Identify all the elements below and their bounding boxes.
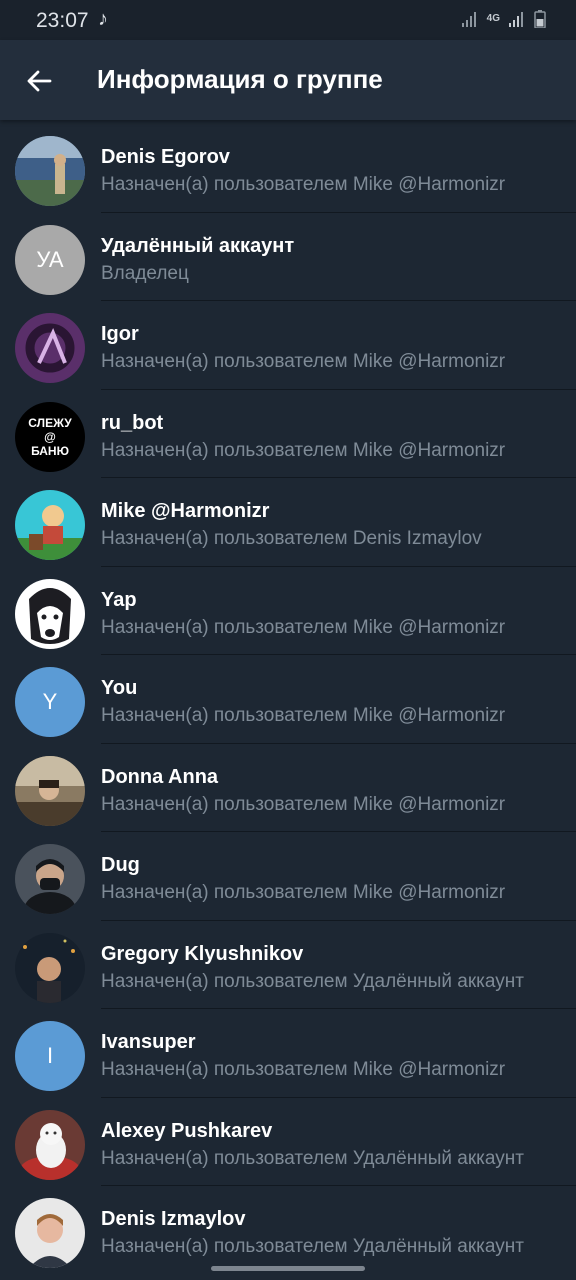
- member-name: Denis Izmaylov: [101, 1208, 246, 1230]
- music-note-icon: ♪: [98, 8, 108, 30]
- avatar-text: @: [44, 429, 56, 444]
- member-role: Назначен(а) пользователем Удалённый акка…: [101, 1236, 524, 1257]
- avatar: [15, 136, 85, 206]
- avatar: [15, 313, 85, 383]
- avatar: [15, 932, 85, 1003]
- avatar: [15, 755, 85, 826]
- battery-icon: [534, 10, 546, 28]
- member-role: Назначен(а) пользователем Mike @Harmoniz…: [101, 174, 506, 195]
- avatar: I: [15, 1021, 85, 1091]
- avatar-text: БАНЮ: [31, 443, 69, 458]
- member-name: Gregory Klyushnikov: [101, 942, 304, 965]
- member-role: Назначен(а) пользователем Mike @Harmoniz…: [101, 616, 506, 638]
- avatar: [15, 578, 85, 649]
- member-role: Назначен(а) пользователем Mike @Harmoniz…: [101, 351, 506, 372]
- member-name: Alexey Pushkarev: [101, 1119, 273, 1142]
- member-row[interactable]: Denis Izmaylov Назначен(а) пользователем…: [0, 1186, 576, 1275]
- member-row[interactable]: Alexey Pushkarev Назначен(а) пользовател…: [0, 1098, 576, 1186]
- member-row[interactable]: I Ivansuper Назначен(а) пользователем Mi…: [0, 1009, 576, 1098]
- avatar: Y: [15, 667, 85, 737]
- signal-icon: [509, 12, 523, 27]
- member-name: Mike @Harmonizr: [101, 500, 270, 522]
- member-row[interactable]: СЛЕЖУ @ БАНЮ ru_bot Назначен(а) пользова…: [0, 390, 576, 478]
- member-role: Владелец: [101, 262, 189, 284]
- member-row[interactable]: Donna Anna Назначен(а) пользователем Mik…: [0, 744, 576, 832]
- member-role: Назначен(а) пользователем Удалённый акка…: [101, 1147, 524, 1169]
- status-icons: 4G: [461, 10, 546, 28]
- member-role: Назначен(а) пользователем Mike @Harmoniz…: [101, 793, 506, 815]
- avatar: [15, 1198, 85, 1268]
- member-name: Dug: [101, 854, 140, 876]
- member-row[interactable]: Mike @Harmonizr Назначен(а) пользователе…: [0, 478, 576, 567]
- member-name: Igor: [101, 323, 139, 345]
- member-row[interactable]: Yap Назначен(а) пользователем Mike @Harm…: [0, 567, 576, 655]
- app-bar: Информация о группе: [0, 40, 576, 120]
- member-name: Удалённый аккаунт: [101, 234, 295, 257]
- avatar-initials: I: [46, 1043, 54, 1068]
- avatar-initials: Y: [42, 689, 58, 714]
- avatar-text: СЛЕЖУ: [28, 415, 72, 430]
- member-row[interactable]: Dug Назначен(а) пользователем Mike @Harm…: [0, 832, 576, 921]
- member-role: Назначен(а) пользователем Mike @Harmoniz…: [101, 1059, 506, 1080]
- avatar: [15, 490, 85, 560]
- member-row[interactable]: УА Удалённый аккаунт Владелец: [0, 213, 576, 301]
- avatar: [15, 844, 85, 914]
- member-role: Назначен(а) пользователем Удалённый акка…: [101, 970, 524, 992]
- member-row[interactable]: Y You Назначен(а) пользователем Mike @Ha…: [0, 655, 576, 744]
- member-role: Назначен(а) пользователем Mike @Harmoniz…: [101, 882, 506, 903]
- arrow-left-icon[interactable]: [24, 66, 54, 96]
- member-row[interactable]: Gregory Klyushnikov Назначен(а) пользова…: [0, 921, 576, 1009]
- member-name: Ivansuper: [101, 1031, 196, 1053]
- member-name: Denis Egorov: [101, 146, 230, 168]
- member-row[interactable]: Denis Egorov Назначен(а) пользователем M…: [0, 124, 576, 213]
- member-name: Donna Anna: [101, 765, 219, 788]
- member-name: You: [101, 677, 138, 699]
- member-role: Назначен(а) пользователем Mike @Harmoniz…: [101, 439, 506, 461]
- member-role: Назначен(а) пользователем Mike @Harmoniz…: [101, 705, 506, 726]
- member-row[interactable]: Igor Назначен(а) пользователем Mike @Har…: [0, 301, 576, 390]
- 4g-icon: 4G: [486, 13, 500, 24]
- page-title: Информация о группе: [97, 64, 383, 94]
- signal-icon: [461, 12, 476, 27]
- member-name: Yap: [101, 588, 137, 611]
- status-bar: 23:07 ♪ 4G: [0, 0, 576, 40]
- home-indicator[interactable]: [211, 1266, 365, 1271]
- member-role: Назначен(а) пользователем Denis Izmaylov: [101, 528, 482, 549]
- avatar: СЛЕЖУ @ БАНЮ: [15, 401, 85, 472]
- member-list: Denis Egorov Назначен(а) пользователем M…: [0, 124, 576, 1275]
- avatar: УА: [15, 224, 85, 295]
- member-name: ru_bot: [101, 411, 164, 434]
- status-time: 23:07: [36, 9, 89, 32]
- avatar: [15, 1109, 85, 1180]
- avatar-initials: УА: [36, 246, 64, 272]
